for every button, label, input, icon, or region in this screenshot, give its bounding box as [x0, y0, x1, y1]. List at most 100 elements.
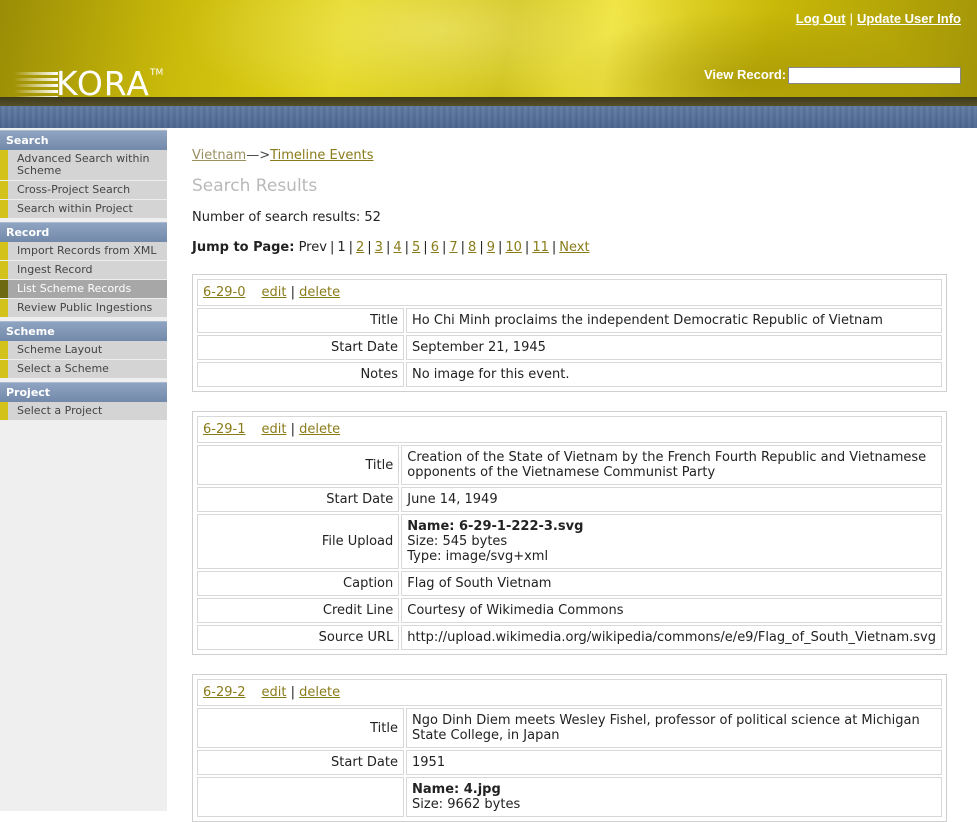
file-size: Size: 9662 bytes — [412, 797, 521, 812]
nav-header-scheme: Scheme — [0, 321, 167, 341]
field-label: Start Date — [197, 487, 400, 512]
sidebar-item-search-within-project[interactable]: Search within Project — [0, 200, 167, 219]
nav-section-search: Search Advanced Search within Scheme Cro… — [0, 130, 167, 219]
field-value: Flag of South Vietnam — [401, 571, 942, 596]
breadcrumb: Vietnam—>Timeline Events — [192, 148, 947, 163]
table-row: Notes No image for this event. — [197, 362, 942, 387]
page-link-7[interactable]: 7 — [449, 240, 457, 255]
sidebar-item-review-public-ingestions[interactable]: Review Public Ingestions — [0, 299, 167, 318]
sidebar-item-list-scheme-records[interactable]: List Scheme Records — [0, 280, 167, 299]
main-content: Vietnam—>Timeline Events Search Results … — [192, 128, 947, 822]
record-card: 6-29-1 edit | delete Title Creation of th… — [192, 411, 947, 655]
file-size: Size: 545 bytes — [407, 534, 508, 549]
table-row: Name: 4.jpg Size: 9662 bytes — [197, 777, 942, 817]
table-row: Start Date 1951 — [197, 750, 942, 775]
logo-bars-icon — [14, 72, 58, 97]
result-count: Number of search results: 52 — [192, 210, 381, 225]
pager-next-link[interactable]: Next — [559, 240, 589, 255]
page-link-11[interactable]: 11 — [532, 240, 549, 255]
field-value: No image for this event. — [406, 362, 942, 387]
table-row: Credit Line Courtesy of Wikimedia Common… — [197, 598, 942, 623]
table-row: Title Ho Chi Minh proclaims the independ… — [197, 308, 942, 333]
field-value: Ho Chi Minh proclaims the independent De… — [406, 308, 942, 333]
sidebar-item-ingest-record[interactable]: Ingest Record — [0, 261, 167, 280]
field-label: Title — [197, 308, 404, 333]
view-record-input[interactable] — [788, 67, 961, 84]
field-value: Ngo Dinh Diem meets Wesley Fishel, profe… — [406, 708, 942, 748]
sidebar-item-advanced-search[interactable]: Advanced Search within Scheme — [0, 150, 167, 181]
page-link-5[interactable]: 5 — [412, 240, 420, 255]
nav-header-project: Project — [0, 382, 167, 402]
nav-header-search: Search — [0, 130, 167, 150]
field-value: 1951 — [406, 750, 942, 775]
record-delete-link[interactable]: delete — [299, 422, 340, 437]
record-id-link[interactable]: 6-29-2 — [203, 685, 245, 700]
link-separator: | — [849, 11, 853, 26]
field-value: Courtesy of Wikimedia Commons — [401, 598, 942, 623]
sidebar-item-select-scheme[interactable]: Select a Scheme — [0, 360, 167, 379]
page-link-3[interactable]: 3 — [375, 240, 383, 255]
record-table: 6-29-1 edit | delete Title Creation of th… — [195, 414, 944, 652]
field-value: http://upload.wikimedia.org/wikipedia/co… — [401, 625, 942, 650]
field-label: File Upload — [197, 514, 400, 569]
page-link-2[interactable]: 2 — [356, 240, 364, 255]
sidebar-item-cross-project-search[interactable]: Cross-Project Search — [0, 181, 167, 200]
header-divider — [0, 97, 977, 106]
sidebar-item-import-records[interactable]: Import Records from XML — [0, 242, 167, 261]
view-record-label: View Record: — [704, 67, 787, 82]
page-link-8[interactable]: 8 — [468, 240, 476, 255]
field-label: Title — [197, 445, 400, 485]
page-link-6[interactable]: 6 — [431, 240, 439, 255]
logo-trademark: TM — [150, 68, 164, 78]
table-row: Start Date September 21, 1945 — [197, 335, 942, 360]
table-row: Start Date June 14, 1949 — [197, 487, 942, 512]
page-link-9[interactable]: 9 — [487, 240, 495, 255]
header-stripe — [0, 106, 977, 128]
field-label: Start Date — [197, 750, 404, 775]
page-title: Search Results — [192, 176, 318, 196]
pagination: Jump to Page: Prev | 1 | 2 | 3 | 4 | 5 | 6 | 7 | 8 | 9 | 10 |… — [192, 240, 590, 255]
record-edit-link[interactable]: edit — [261, 685, 286, 700]
field-label — [197, 777, 404, 817]
file-type: Type: image/svg+xml — [407, 549, 549, 564]
file-name: Name: 4.jpg — [412, 782, 501, 797]
page-link-4[interactable]: 4 — [393, 240, 401, 255]
table-row: Source URL http://upload.wikimedia.org/w… — [197, 625, 942, 650]
update-user-info-link[interactable]: Update User Info — [857, 11, 961, 26]
file-upload-value: Name: 4.jpg Size: 9662 bytes — [406, 777, 942, 817]
field-label: Notes — [197, 362, 404, 387]
nav-section-project: Project Select a Project — [0, 382, 167, 421]
record-card: 6-29-0 edit | delete Title Ho Chi Minh pr… — [192, 274, 947, 392]
breadcrumb-project-link[interactable]: Vietnam — [192, 148, 246, 163]
logout-link[interactable]: Log Out — [796, 11, 846, 26]
field-label: Title — [197, 708, 404, 748]
kora-logo[interactable]: KORA TM — [14, 66, 174, 97]
record-delete-link[interactable]: delete — [299, 685, 340, 700]
record-delete-link[interactable]: delete — [299, 285, 340, 300]
table-row: File Upload Name: 6-29-1-222-3.svg Size:… — [197, 514, 942, 569]
record-edit-link[interactable]: edit — [261, 285, 286, 300]
pager-current-page: 1 — [337, 240, 346, 255]
nav-header-record: Record — [0, 222, 167, 242]
table-row: Title Creation of the State of Vietnam b… — [197, 445, 942, 485]
sidebar-item-select-project[interactable]: Select a Project — [0, 402, 167, 421]
sidebar: Search Advanced Search within Scheme Cro… — [0, 128, 167, 811]
table-row: Caption Flag of South Vietnam — [197, 571, 942, 596]
field-value: June 14, 1949 — [401, 487, 942, 512]
record-id-link[interactable]: 6-29-1 — [203, 422, 245, 437]
file-upload-value: Name: 6-29-1-222-3.svg Size: 545 bytes T… — [401, 514, 942, 569]
record-id-link[interactable]: 6-29-0 — [203, 285, 245, 300]
breadcrumb-scheme-link[interactable]: Timeline Events — [270, 148, 373, 163]
record-header: 6-29-1 edit | delete — [197, 416, 942, 443]
nav-section-scheme: Scheme Scheme Layout Select a Scheme — [0, 321, 167, 379]
sidebar-item-scheme-layout[interactable]: Scheme Layout — [0, 341, 167, 360]
nav-section-record: Record Import Records from XML Ingest Re… — [0, 222, 167, 318]
record-edit-link[interactable]: edit — [261, 422, 286, 437]
breadcrumb-arrow: —> — [246, 148, 271, 163]
field-value: Creation of the State of Vietnam by the … — [401, 445, 942, 485]
file-name: Name: 6-29-1-222-3.svg — [407, 519, 584, 534]
page-link-10[interactable]: 10 — [505, 240, 522, 255]
field-label: Start Date — [197, 335, 404, 360]
header-banner: KORA TM Log Out | Update User Info View Re… — [0, 0, 977, 97]
record-card: 6-29-2 edit | delete Title Ngo Dinh Diem … — [192, 674, 947, 822]
